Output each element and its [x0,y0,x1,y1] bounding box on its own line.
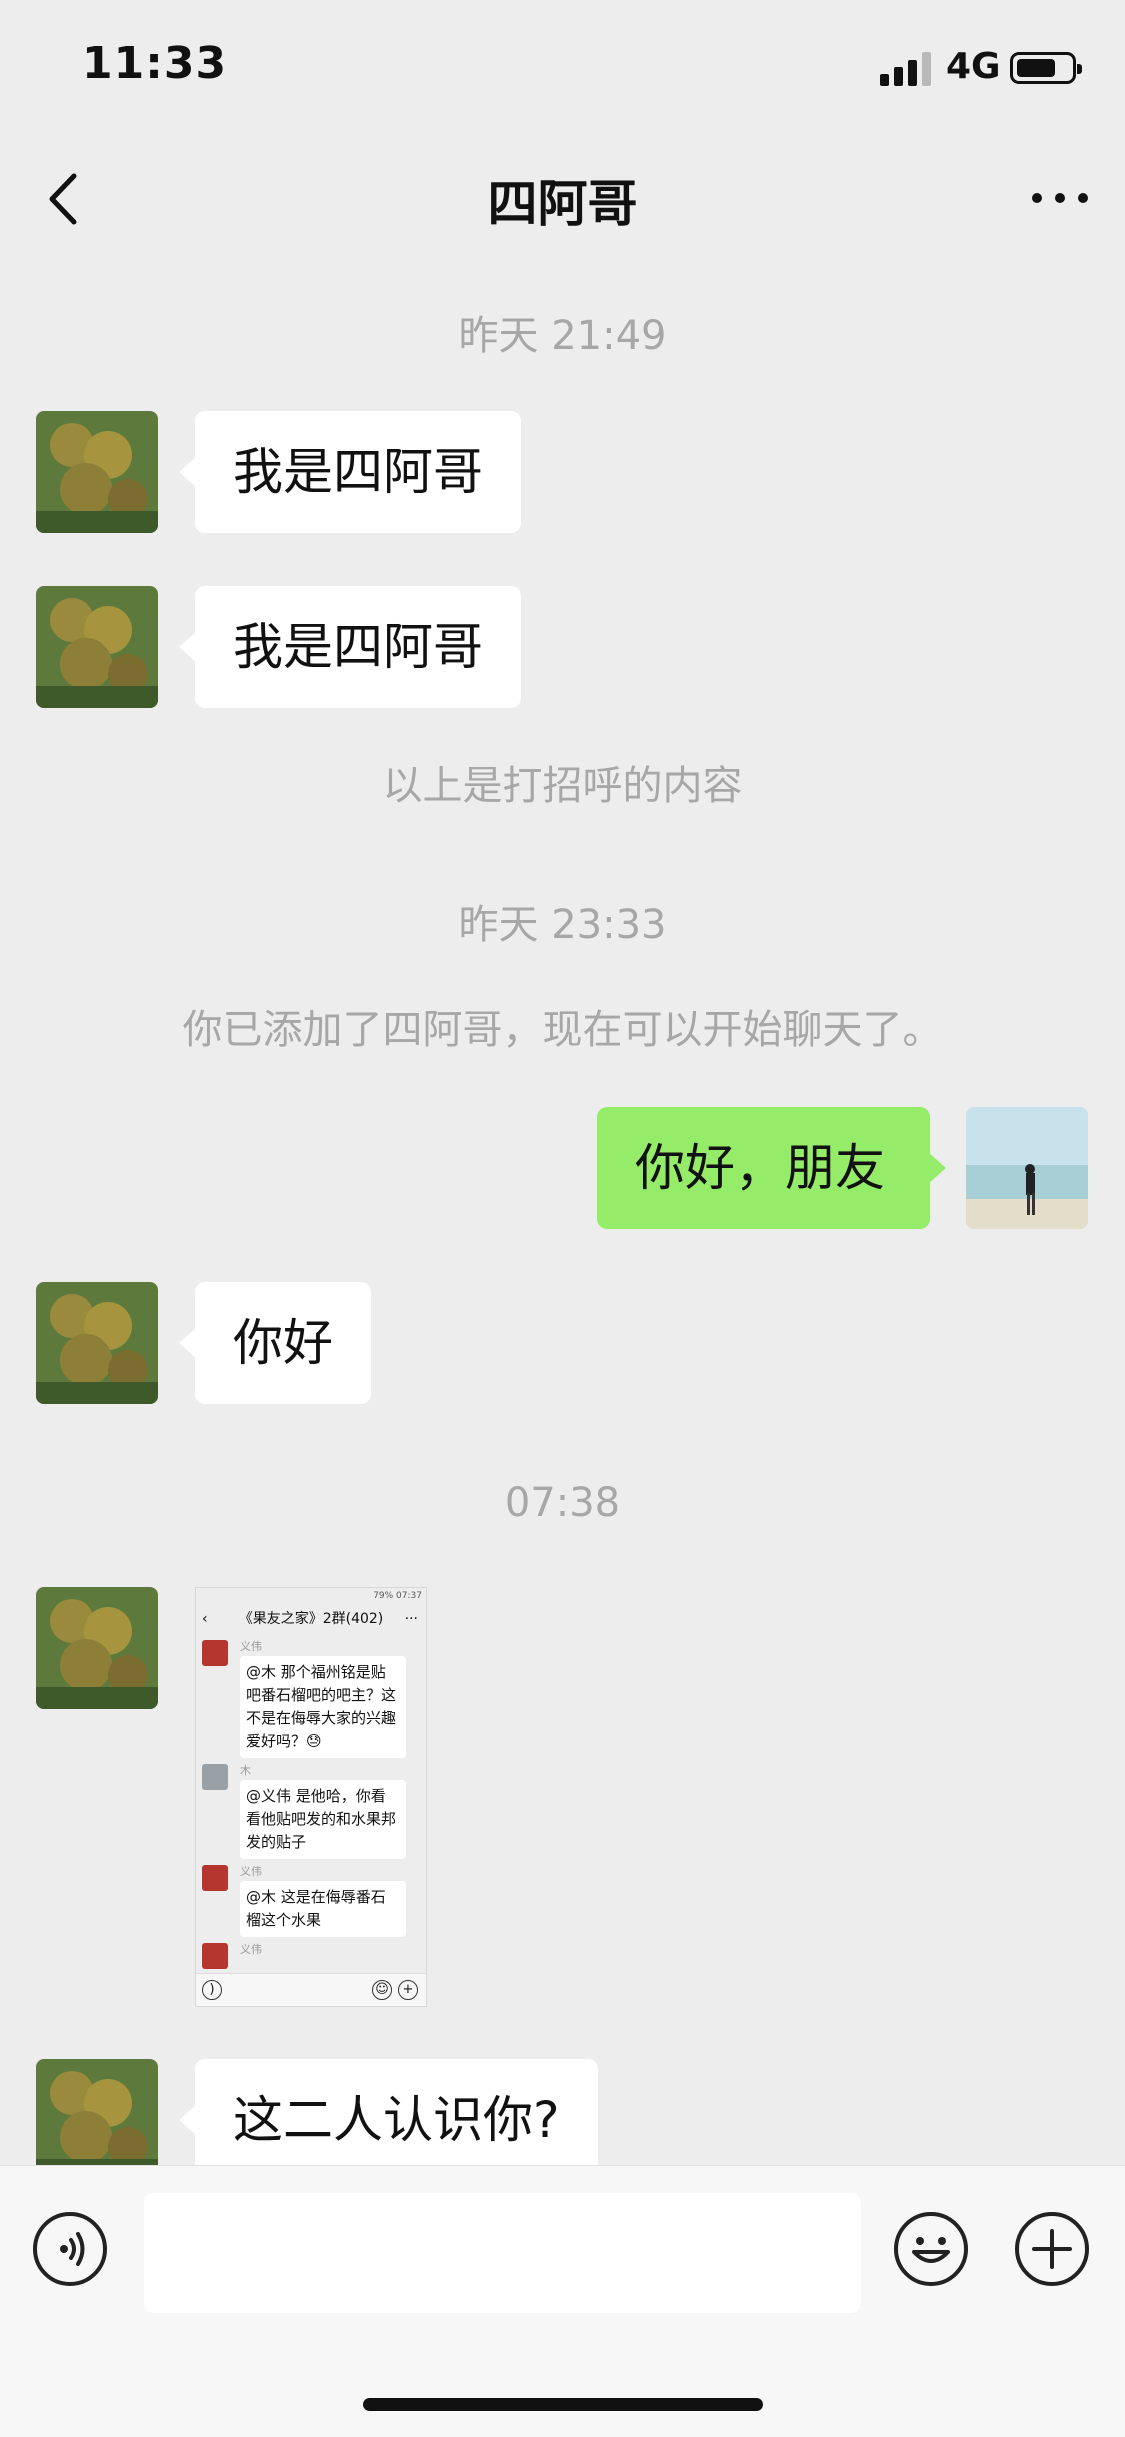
ellipsis-icon [1032,193,1088,203]
message-bubble[interactable]: 这二人认识你? [179,2059,598,2165]
list-item: 木 @义伟 是他哈，你看看他贴吧发的和水果邦发的贴子 [196,1762,426,1859]
plus-button[interactable] [1015,2212,1089,2286]
avatar [202,1640,228,1666]
chevron-left-icon: ‹ [202,1611,208,1627]
message-bubble: @木 这是在侮辱番石榴这个水果 [240,1881,406,1937]
plus-icon [1032,2229,1072,2269]
sender-name: 义伟 [240,1943,262,1956]
emoji-button[interactable] [894,2212,968,2286]
system-note: 以上是打招呼的内容 [382,763,743,809]
status-bar: 11:33 4G [0,0,1125,140]
smiley-icon [912,2237,950,2263]
message-row: 79% 07:37 ‹ 《果友之家》2群(402) ··· 义伟 @木 那个福州… [0,1587,1125,2007]
voice-icon: ) [202,1980,222,2000]
avatar[interactable] [36,1587,158,1709]
message-bubble-self[interactable]: 你好，朋友 [597,1107,946,1229]
message-row: 我是四阿哥 [0,586,1125,708]
avatar [202,1943,228,1969]
input-bar [0,2165,1125,2437]
message-bubble[interactable]: 你好 [179,1282,371,1404]
timestamp: 昨天 21:49 [458,313,667,359]
battery-icon [1010,52,1082,84]
plus-icon: + [398,1980,418,2000]
voice-icon [60,2232,85,2266]
sender-name: 义伟 [240,1640,262,1653]
avatar[interactable] [36,2059,158,2165]
avatar[interactable] [36,586,158,708]
sender-name: 义伟 [240,1865,262,1878]
avatar [202,1764,228,1790]
message-row: 这二人认识你? [0,2059,1125,2165]
message-bubble[interactable]: 我是四阿哥 [179,411,521,533]
avatar[interactable] [36,1282,158,1404]
message-input[interactable] [144,2193,861,2313]
home-indicator[interactable] [363,2398,763,2411]
list-item: 义伟 [196,1941,426,1969]
voice-button[interactable] [33,2212,107,2286]
shared-status: 79% 07:37 [196,1588,426,1604]
shared-title: 《果友之家》2群(402) [238,1611,384,1627]
message-bubble: @义伟 是他哈，你看看他贴吧发的和水果邦发的贴子 [240,1780,406,1859]
status-time: 11:33 [82,38,228,89]
timestamp: 昨天 23:33 [458,902,667,948]
message-bubble: @木 那个福州铭是贴吧番石榴吧的吧主？这不是在侮辱大家的兴趣爱好吗？😓 [240,1656,406,1758]
shared-header: ‹ 《果友之家》2群(402) ··· [196,1604,426,1634]
chat-header: 四阿哥 [0,140,1125,255]
smiley-icon: ☺ [372,1980,392,2000]
shared-input-bar: ) ☺ + [196,1973,426,2006]
list-item: 义伟 @木 那个福州铭是贴吧番石榴吧的吧主？这不是在侮辱大家的兴趣爱好吗？😓 [196,1638,426,1758]
avatar[interactable] [36,411,158,533]
ellipsis-icon: ··· [404,1611,418,1627]
chat-title: 四阿哥 [487,175,638,233]
message-row: 你好 [0,1282,1125,1404]
network-type: 4G [946,46,1001,87]
system-note: 你已添加了四阿哥，现在可以开始聊天了。 [182,1007,943,1053]
list-item: 义伟 @木 这是在侮辱番石榴这个水果 [196,1863,426,1937]
timestamp: 07:38 [504,1480,621,1526]
message-row-self: 你好，朋友 [0,1107,1125,1229]
avatar-self[interactable] [966,1107,1088,1229]
image-message[interactable]: 79% 07:37 ‹ 《果友之家》2群(402) ··· 义伟 @木 那个福州… [195,1587,427,2007]
message-row: 我是四阿哥 [0,411,1125,533]
signal-icon [880,52,932,86]
more-options-button[interactable] [1025,168,1095,228]
avatar [202,1865,228,1891]
sender-name: 木 [240,1764,251,1777]
message-bubble[interactable]: 我是四阿哥 [179,586,521,708]
